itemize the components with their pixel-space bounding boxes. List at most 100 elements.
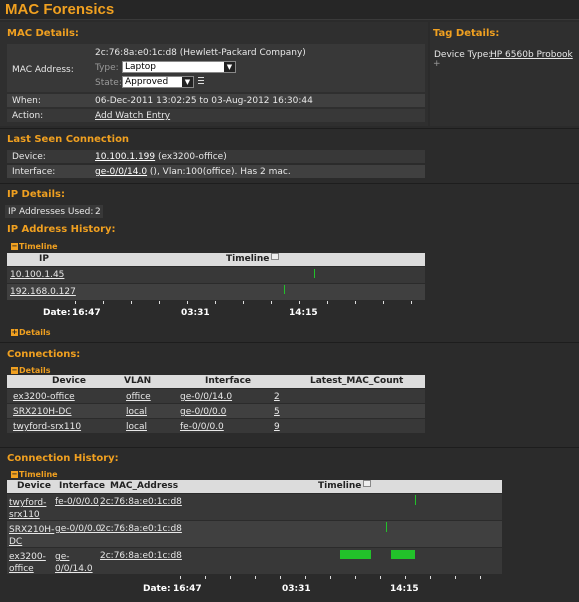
add-watch-entry-link[interactable]: Add Watch Entry [95, 111, 170, 121]
connection-device-link[interactable]: ex3200-office [13, 392, 75, 402]
axis-tick [330, 576, 331, 579]
connection-vlan-link[interactable]: local [126, 422, 147, 432]
col-device: Device [52, 376, 86, 386]
connection-count-link[interactable]: 5 [274, 407, 280, 417]
col-timeline: Timeline [318, 480, 372, 493]
divider [0, 342, 579, 343]
divider [0, 128, 579, 129]
history-interface-line1: ge- [55, 552, 70, 562]
table-row [7, 267, 425, 283]
connection-device-link[interactable]: twyford-srx110 [13, 422, 81, 432]
axis-tick [405, 576, 406, 579]
axis-tick [383, 301, 384, 304]
ip-history-heading: IP Address History: [7, 224, 116, 235]
ip-details-toggle[interactable]: + Details [11, 328, 51, 337]
history-mac-link[interactable]: 2c:76:8a:e0:1c:d8 [100, 551, 182, 561]
device-ip-link[interactable]: 10.100.1.199 [95, 152, 155, 162]
connection-device-link[interactable]: SRX210H-DC [13, 407, 72, 417]
mac-address-value: 2c:76:8a:e0:1c:d8 (Hewlett-Packard Compa… [95, 48, 306, 58]
action-label: Action: [12, 111, 44, 121]
history-device-link[interactable]: SRX210H- DC [9, 524, 54, 548]
expand-icon: + [11, 328, 18, 336]
history-mac-link[interactable]: 2c:76:8a:e0:1c:d8 [100, 524, 182, 534]
calendar-icon[interactable] [363, 480, 372, 487]
axis-tick [271, 301, 272, 304]
when-label: When: [12, 96, 41, 106]
ip-timeline-toggle[interactable]: − Timeline [11, 242, 58, 251]
col-device: Device [17, 481, 51, 491]
divider [0, 447, 579, 448]
col-latest-mac-count: Latest_MAC_Count [310, 376, 404, 386]
history-device-link[interactable]: twyford-srx110 [9, 497, 46, 521]
axis-tick [380, 576, 381, 579]
timeline-mark [415, 495, 416, 505]
axis-tick [187, 301, 188, 304]
connections-heading: Connections: [7, 349, 81, 360]
last-seen-heading: Last Seen Connection [7, 134, 130, 145]
ip-link[interactable]: 192.168.0.127 [10, 287, 76, 297]
interface-link[interactable]: ge-0/0/14.0 [95, 167, 147, 177]
col-timeline-label: Timeline [226, 254, 270, 264]
device-name-text: (ex3200-office) [155, 152, 227, 162]
type-select[interactable]: Laptop ▼ [122, 61, 236, 73]
history-interface-link[interactable]: fe-0/0/0.0 [55, 497, 99, 507]
when-value: 06-Dec-2011 13:02:25 to 03-Aug-2012 16:3… [95, 96, 313, 106]
connection-interface-link[interactable]: fe-0/0/0.0 [180, 422, 224, 432]
axis-tick-label: 16:47 [72, 308, 101, 318]
connection-count-link[interactable]: 2 [274, 392, 280, 402]
ip-history-header: IP Timeline [7, 253, 425, 266]
axis-tick [205, 576, 206, 579]
axis-tick [280, 576, 281, 579]
state-select[interactable]: Approved ▼ [122, 76, 194, 88]
notes-icon[interactable] [197, 76, 205, 85]
history-device-line1: SRX210H- [9, 525, 55, 535]
add-tag-icon[interactable]: + [433, 59, 441, 69]
history-device-line1: ex3200- [9, 552, 46, 562]
axis-tick [103, 301, 104, 304]
axis-tick [480, 576, 481, 579]
history-interface-link[interactable]: ge- 0/0/14.0 [55, 551, 93, 575]
history-mac-link[interactable]: 2c:76:8a:e0:1c:d8 [100, 497, 182, 507]
tag-details-heading: Tag Details: [433, 28, 500, 39]
axis-tick-label: 16:47 [173, 584, 202, 594]
connection-vlan-link[interactable]: local [126, 407, 147, 417]
device-type-label: Device Type: [434, 50, 492, 60]
connection-timeline-toggle[interactable]: − Timeline [11, 470, 58, 479]
ip-link[interactable]: 10.100.1.45 [10, 270, 64, 280]
ip-details-heading: IP Details: [7, 189, 65, 200]
axis-tick [75, 301, 76, 304]
type-select-value: Laptop [125, 62, 156, 72]
connection-count-link[interactable]: 9 [274, 422, 280, 432]
state-label: State: [95, 78, 122, 88]
title-bar: MAC Forensics [0, 0, 579, 20]
connection-vlan-link[interactable]: office [126, 392, 151, 402]
axis-tick [255, 576, 256, 579]
col-timeline: Timeline [226, 253, 280, 266]
timeline-mark [391, 550, 415, 559]
collapse-icon: − [11, 470, 18, 478]
axis-tick [180, 576, 181, 579]
axis-tick [411, 301, 412, 304]
type-label: Type: [95, 63, 119, 73]
chevron-down-icon: ▼ [182, 77, 193, 87]
connections-details-toggle[interactable]: − Details [11, 366, 51, 375]
timeline-mark [340, 550, 371, 559]
history-device-line2: office [9, 564, 34, 574]
axis-date-label: Date: [143, 584, 171, 594]
history-device-link[interactable]: ex3200- office [9, 551, 46, 575]
connection-timeline-toggle-label: Timeline [19, 470, 58, 479]
connection-interface-link[interactable]: ge-0/0/0.0 [180, 407, 226, 417]
device-type-link[interactable]: HP 6560b Probook [490, 50, 573, 60]
axis-tick-label: 14:15 [390, 584, 419, 594]
mac-address-label: MAC Address: [12, 65, 74, 75]
calendar-icon[interactable] [271, 253, 280, 260]
axis-tick [305, 576, 306, 579]
axis-tick [355, 301, 356, 304]
ip-timeline-toggle-label: Timeline [19, 242, 58, 251]
axis-tick [230, 576, 231, 579]
collapse-icon: − [11, 366, 18, 374]
connection-interface-link[interactable]: ge-0/0/14.0 [180, 392, 232, 402]
axis-tick-label: 14:15 [289, 308, 318, 318]
history-interface-link[interactable]: ge-0/0/0.0 [55, 524, 101, 534]
col-ip: IP [39, 254, 49, 264]
